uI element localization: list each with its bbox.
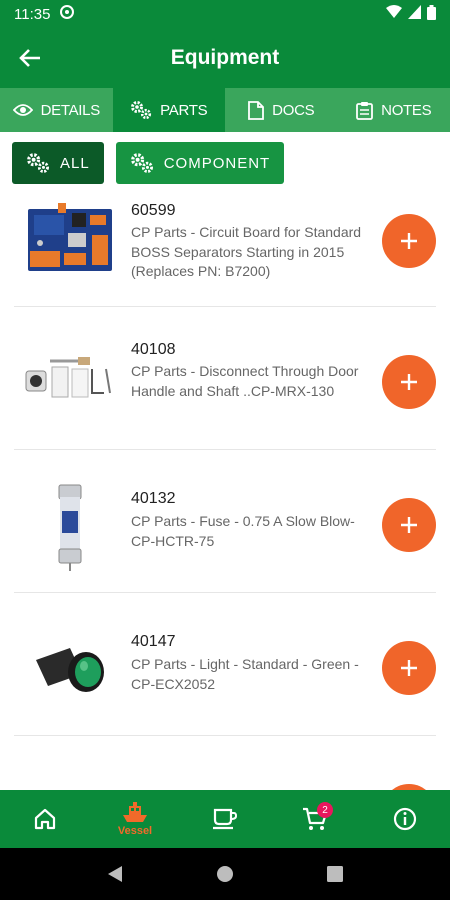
plus-icon <box>401 517 417 533</box>
parts-list: 60599 CP Parts - Circuit Board for Stand… <box>0 194 450 790</box>
document-icon <box>248 100 265 120</box>
plus-icon <box>401 233 417 249</box>
part-number: 60599 <box>131 202 176 219</box>
green-light-image <box>18 621 122 717</box>
gears-icon <box>27 153 50 173</box>
tab-details[interactable]: DETAILS <box>0 88 113 132</box>
nav-coffee[interactable] <box>180 790 270 848</box>
add-to-cart-button[interactable] <box>382 355 436 409</box>
tab-parts-label: PARTS <box>160 101 208 119</box>
part-number: 40147 <box>131 633 176 650</box>
list-item[interactable]: 40132 CP Parts - Fuse - 0.75 A Slow Blow… <box>14 450 436 593</box>
tab-parts[interactable]: PARTS <box>112 88 225 132</box>
list-item[interactable]: 40108 CP Parts - Disconnect Through Door… <box>14 307 436 450</box>
vessel-icon <box>123 801 147 822</box>
info-icon <box>393 807 417 831</box>
tab-bar: DETAILS PARTS DOCS NOTES <box>0 88 450 132</box>
filter-component-button[interactable]: COMPONENT <box>115 142 285 184</box>
clipboard-icon <box>356 101 374 120</box>
add-to-cart-button[interactable] <box>382 498 436 552</box>
cart-badge: 2 <box>317 802 333 818</box>
system-nav-bar <box>0 848 450 900</box>
app-bar: Equipment <box>0 28 450 88</box>
tab-docs[interactable]: DOCS <box>225 88 338 132</box>
tab-notes[interactable]: NOTES <box>338 88 450 132</box>
arrow-left-icon <box>19 49 40 67</box>
nav-home[interactable] <box>0 790 90 848</box>
eye-icon <box>12 104 33 116</box>
fuse-image <box>18 478 122 574</box>
gears-icon <box>131 101 152 120</box>
circuit-board-image <box>18 200 122 276</box>
nav-cart[interactable]: 2 <box>270 790 360 848</box>
bottom-nav: Vessel 2 <box>0 790 450 848</box>
battery-icon <box>427 4 436 24</box>
filter-all-button[interactable]: ALL <box>12 142 104 184</box>
home-circle-icon[interactable] <box>216 865 234 883</box>
gears-icon <box>130 153 153 173</box>
page-title: Equipment <box>170 46 280 69</box>
back-triangle-icon[interactable] <box>107 865 123 883</box>
home-icon <box>34 808 56 830</box>
filter-all-label: ALL <box>60 154 90 172</box>
tab-details-label: DETAILS <box>40 101 101 119</box>
list-item[interactable] <box>14 736 436 790</box>
door-handle-image <box>18 337 122 421</box>
wifi-icon <box>386 5 402 23</box>
nav-vessel-label: Vessel <box>117 824 153 837</box>
status-bar: 11:35 <box>0 0 450 28</box>
part-description: CP Parts - Fuse - 0.75 A Slow Blow-CP-HC… <box>131 513 355 549</box>
add-to-cart-button[interactable] <box>382 214 436 268</box>
nav-vessel[interactable]: Vessel <box>90 790 180 848</box>
part-description: CP Parts - Circuit Board for Standard BO… <box>131 224 362 279</box>
part-number: 40132 <box>131 490 176 507</box>
part-description: CP Parts - Light - Standard - Green - CP… <box>131 656 359 692</box>
coffee-icon <box>213 808 238 830</box>
part-description: CP Parts - Disconnect Through Door Handl… <box>131 363 359 399</box>
tab-docs-label: DOCS <box>272 101 315 119</box>
plus-icon <box>401 374 417 390</box>
list-item[interactable]: 40147 CP Parts - Light - Standard - Gree… <box>14 593 436 736</box>
notification-icon <box>60 5 75 23</box>
tab-notes-label: NOTES <box>381 101 432 119</box>
signal-icon <box>408 5 421 23</box>
back-button[interactable] <box>0 28 60 88</box>
list-item[interactable]: 60599 CP Parts - Circuit Board for Stand… <box>14 194 436 307</box>
plus-icon <box>401 660 417 676</box>
nav-info[interactable] <box>360 790 450 848</box>
recents-square-icon[interactable] <box>327 866 344 882</box>
part-number: 40108 <box>131 341 176 358</box>
add-to-cart-button[interactable] <box>382 641 436 695</box>
filter-bar: ALL COMPONENT <box>0 132 450 194</box>
status-time: 11:35 <box>14 5 51 23</box>
filter-component-label: COMPONENT <box>163 154 271 172</box>
